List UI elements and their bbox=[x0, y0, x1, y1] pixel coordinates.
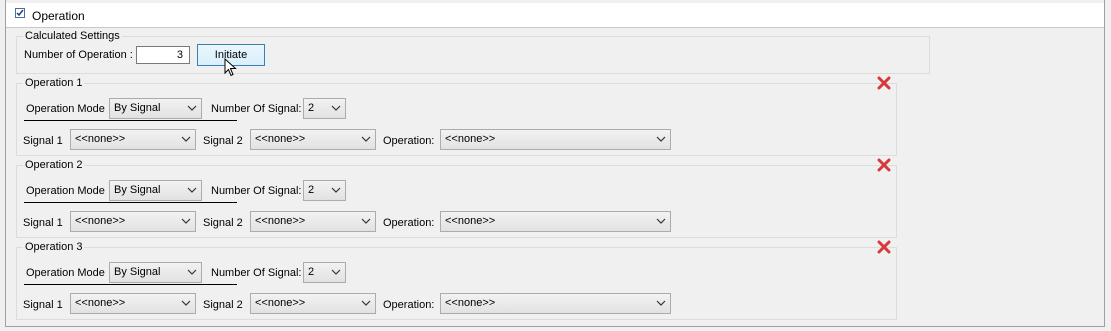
chevron-down-icon bbox=[656, 136, 666, 142]
operation-section-header[interactable]: Operation bbox=[6, 3, 1104, 28]
operation-value: <<none>> bbox=[445, 215, 496, 227]
number-of-signal-label: Number Of Signal: bbox=[211, 185, 302, 197]
signal-1-label: Signal 1 bbox=[23, 135, 63, 147]
operation-mode-label: Operation Mode bbox=[26, 185, 105, 197]
operation-select[interactable]: <<none>> bbox=[440, 211, 671, 232]
chevron-down-icon bbox=[361, 218, 371, 224]
operation-mode-value: By Signal bbox=[114, 102, 161, 114]
operation-2-title: Operation 2 bbox=[23, 159, 85, 171]
number-of-operation-label: Number of Operation : bbox=[24, 49, 133, 61]
chevron-down-icon bbox=[361, 300, 371, 306]
operation-1-title: Operation 1 bbox=[23, 77, 85, 89]
red-x-icon[interactable] bbox=[877, 76, 891, 90]
operation-mode-value: By Signal bbox=[114, 266, 161, 278]
number-of-signal-label: Number Of Signal: bbox=[211, 103, 302, 115]
signal-2-select[interactable]: <<none>> bbox=[250, 211, 376, 232]
number-of-signal-select[interactable]: 2 bbox=[303, 98, 346, 119]
chevron-down-icon bbox=[656, 218, 666, 224]
signal-1-value: <<none>> bbox=[75, 297, 126, 309]
signal-1-value: <<none>> bbox=[75, 215, 126, 227]
number-of-signal-label: Number Of Signal: bbox=[211, 267, 302, 279]
signal-1-select[interactable]: <<none>> bbox=[70, 293, 196, 314]
mouse-pointer-icon bbox=[224, 58, 237, 77]
number-of-operation-input[interactable]: 3 bbox=[136, 46, 190, 64]
chevron-down-icon bbox=[181, 136, 191, 142]
number-of-signal-select[interactable]: 2 bbox=[303, 180, 346, 201]
signal-2-value: <<none>> bbox=[255, 297, 306, 309]
signal-1-label: Signal 1 bbox=[23, 299, 63, 311]
signal-2-select[interactable]: <<none>> bbox=[250, 129, 376, 150]
signal-2-value: <<none>> bbox=[255, 133, 306, 145]
operation-mode-label: Operation Mode bbox=[26, 267, 105, 279]
chevron-down-icon bbox=[181, 300, 191, 306]
operation-value: <<none>> bbox=[445, 133, 496, 145]
operation-mode-underline bbox=[24, 202, 237, 203]
operation-value: <<none>> bbox=[445, 297, 496, 309]
signal-2-label: Signal 2 bbox=[203, 135, 243, 147]
chevron-down-icon bbox=[331, 269, 341, 275]
signal-2-label: Signal 2 bbox=[203, 217, 243, 229]
operation-select[interactable]: <<none>> bbox=[440, 293, 671, 314]
calculated-settings-title: Calculated Settings bbox=[23, 30, 122, 42]
chevron-down-icon bbox=[331, 105, 341, 111]
operation-mode-label: Operation Mode bbox=[26, 103, 105, 115]
chevron-down-icon bbox=[181, 218, 191, 224]
operation-mode-value: By Signal bbox=[114, 184, 161, 196]
chevron-down-icon bbox=[187, 105, 197, 111]
number-of-signal-value: 2 bbox=[308, 266, 315, 278]
operation-mode-underline bbox=[24, 284, 237, 285]
operation-mode-select[interactable]: By Signal bbox=[109, 262, 202, 283]
operation-3-title: Operation 3 bbox=[23, 241, 85, 253]
chevron-down-icon bbox=[187, 187, 197, 193]
number-of-signal-select[interactable]: 2 bbox=[303, 262, 346, 283]
section-title: Operation bbox=[32, 9, 85, 23]
operation-label: Operation: bbox=[383, 217, 435, 229]
chevron-down-icon bbox=[656, 300, 666, 306]
signal-2-select[interactable]: <<none>> bbox=[250, 293, 376, 314]
signal-2-value: <<none>> bbox=[255, 215, 306, 227]
red-x-icon[interactable] bbox=[877, 158, 891, 172]
chevron-down-icon bbox=[331, 187, 341, 193]
signal-1-select[interactable]: <<none>> bbox=[70, 129, 196, 150]
chevron-down-icon bbox=[361, 136, 371, 142]
number-of-signal-value: 2 bbox=[308, 102, 315, 114]
chevron-down-icon bbox=[187, 269, 197, 275]
operation-mode-underline bbox=[24, 120, 237, 121]
operation-mode-select[interactable]: By Signal bbox=[109, 98, 202, 119]
operation-label: Operation: bbox=[383, 135, 435, 147]
number-of-signal-value: 2 bbox=[308, 184, 315, 196]
red-x-icon[interactable] bbox=[877, 240, 891, 254]
operation-label: Operation: bbox=[383, 299, 435, 311]
signal-2-label: Signal 2 bbox=[203, 299, 243, 311]
operation-select[interactable]: <<none>> bbox=[440, 129, 671, 150]
signal-1-select[interactable]: <<none>> bbox=[70, 211, 196, 232]
signal-1-label: Signal 1 bbox=[23, 217, 63, 229]
operation-mode-select[interactable]: By Signal bbox=[109, 180, 202, 201]
signal-1-value: <<none>> bbox=[75, 133, 126, 145]
checkbox-checked-icon[interactable] bbox=[15, 8, 25, 18]
